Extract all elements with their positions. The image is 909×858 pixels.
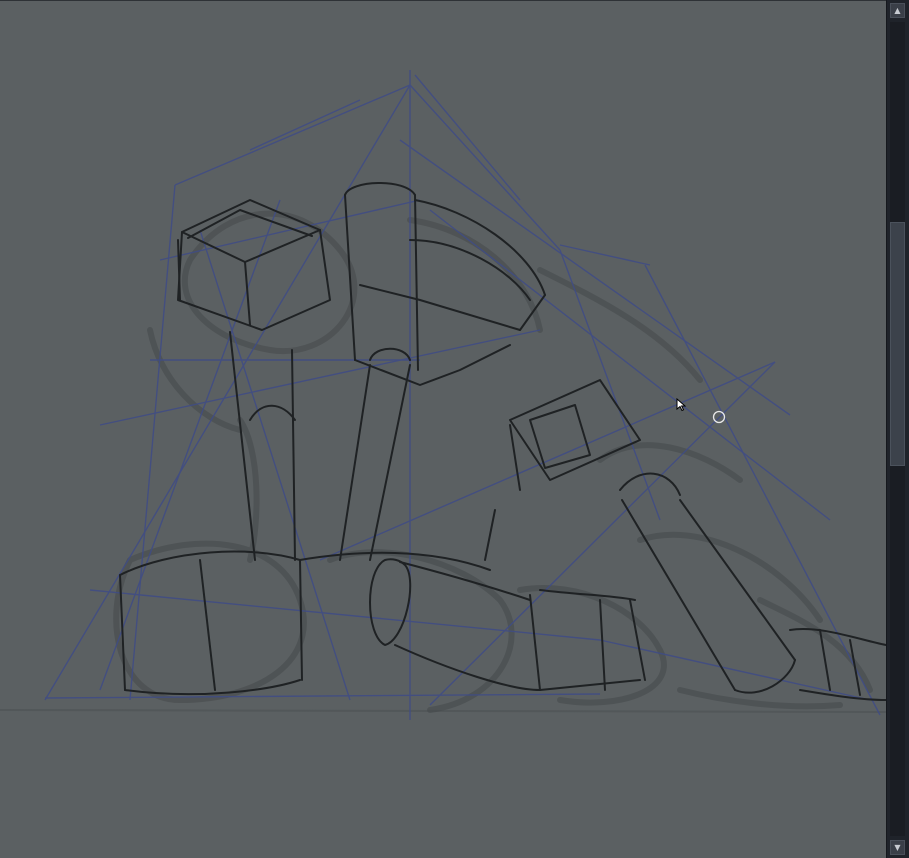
chevron-down-icon: ▼ [894,843,901,852]
scroll-down-button[interactable]: ▼ [890,840,905,855]
scroll-thumb[interactable] [890,222,905,466]
chevron-up-icon: ▲ [894,6,901,15]
sketch-artwork [0,70,886,720]
perspective-guides [44,70,881,720]
scroll-up-button[interactable]: ▲ [890,3,905,18]
underdrawing-layer [113,210,873,713]
vertical-scrollbar[interactable]: ▲ ▼ [886,0,909,858]
ink-layer [119,182,886,701]
circle-brush-cursor-icon [712,410,726,424]
arrow-pointer-icon [676,398,687,412]
drawing-canvas[interactable] [0,1,886,858]
